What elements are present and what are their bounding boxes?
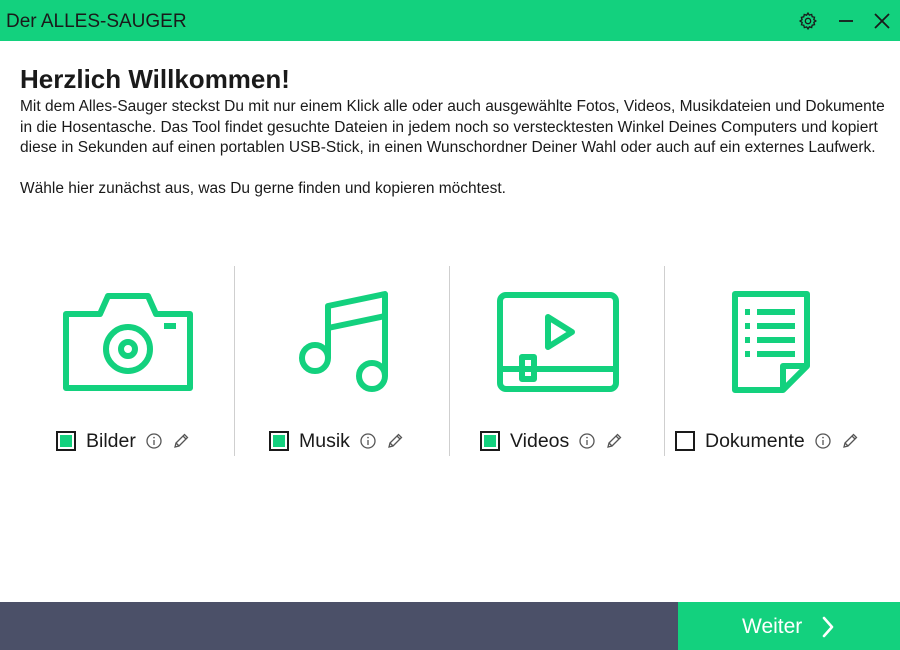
bilder-checkbox[interactable] (56, 431, 76, 451)
window-title: Der ALLES-SAUGER (6, 11, 187, 32)
instruction-text: Wähle hier zunächst aus, was Du gerne fi… (20, 179, 506, 197)
dokumente-checkbox[interactable] (675, 431, 695, 451)
pencil-icon[interactable] (386, 432, 404, 450)
category-label: Videos (510, 429, 570, 452)
close-button[interactable] (869, 8, 895, 34)
music-note-icon (299, 291, 388, 392)
category-bilder: Bilder (20, 266, 234, 456)
chevron-right-icon (822, 616, 834, 638)
video-player-icon (497, 292, 619, 392)
page-title: Herzlich Willkommen! (20, 64, 290, 94)
intro-text: Mit dem Alles-Sauger steckst Du mit nur … (20, 98, 885, 156)
category-videos: Videos (450, 266, 664, 456)
category-musik: Musik (235, 266, 449, 456)
info-icon[interactable] (360, 433, 376, 449)
musik-checkbox[interactable] (269, 431, 289, 451)
close-icon (874, 13, 890, 29)
category-row: Musik (269, 429, 404, 453)
category-selection: Bilder Musik Videos Dokumente (20, 266, 880, 456)
info-icon[interactable] (579, 433, 595, 449)
welcome-section: Herzlich Willkommen! Mit dem Alles-Sauge… (20, 64, 890, 199)
next-button[interactable]: Weiter (678, 602, 900, 650)
category-row: Bilder (56, 429, 190, 453)
settings-button[interactable] (795, 8, 821, 34)
category-label: Dokumente (705, 429, 805, 452)
category-dokumente: Dokumente (665, 266, 880, 456)
category-label: Musik (299, 429, 350, 452)
next-button-label: Weiter (742, 615, 803, 638)
category-label: Bilder (86, 429, 136, 452)
title-bar: Der ALLES-SAUGER (0, 0, 900, 41)
videos-checkbox[interactable] (480, 431, 500, 451)
gear-icon (798, 11, 818, 31)
camera-icon (63, 293, 193, 391)
document-icon (732, 291, 810, 393)
minimize-button[interactable] (833, 8, 859, 34)
info-icon[interactable] (815, 433, 831, 449)
pencil-icon[interactable] (605, 432, 623, 450)
pencil-icon[interactable] (841, 432, 859, 450)
category-row: Videos (480, 429, 623, 453)
category-row: Dokumente (675, 429, 859, 453)
pencil-icon[interactable] (172, 432, 190, 450)
minimize-icon (839, 20, 853, 22)
info-icon[interactable] (146, 433, 162, 449)
